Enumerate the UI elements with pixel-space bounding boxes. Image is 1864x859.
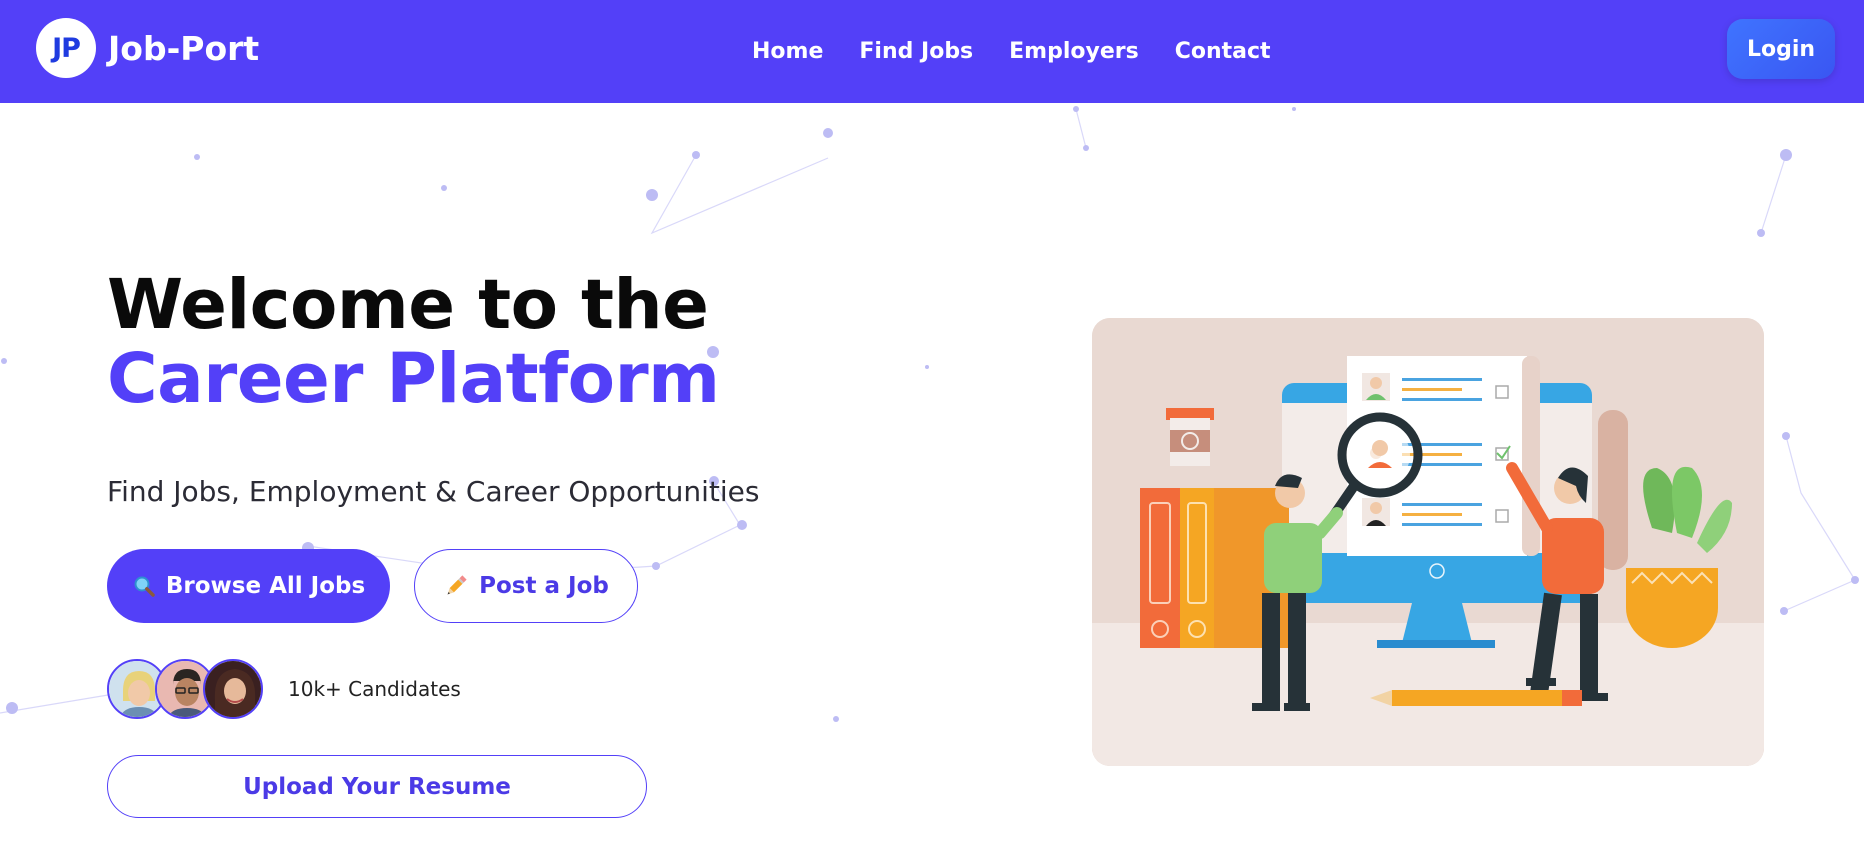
- navbar: JP Job-Port Home Find Jobs Employers Con…: [0, 0, 1864, 103]
- login-button[interactable]: Login: [1727, 19, 1835, 79]
- browse-jobs-button[interactable]: Browse All Jobs: [107, 549, 390, 623]
- recruitment-illustration-svg: [1092, 318, 1764, 766]
- post-job-button[interactable]: Post a Job: [414, 549, 638, 623]
- magnifier-icon: [134, 576, 155, 597]
- post-job-label: Post a Job: [479, 573, 609, 599]
- hero-title: Welcome to the Career Platform: [107, 268, 720, 416]
- brand-logo: JP: [36, 18, 96, 78]
- hero-title-line1: Welcome to the: [107, 265, 709, 345]
- candidate-avatars: [107, 659, 267, 721]
- pencil-icon: [447, 575, 467, 595]
- candidates-count: 10k+ Candidates: [288, 677, 461, 701]
- nav-links: Home Find Jobs Employers Contact: [752, 0, 1271, 103]
- nav-find-jobs-link[interactable]: Find Jobs: [859, 39, 973, 64]
- nav-home-link[interactable]: Home: [752, 39, 823, 64]
- browse-jobs-label: Browse All Jobs: [165, 573, 366, 599]
- nav-contact-link[interactable]: Contact: [1175, 39, 1271, 64]
- brand[interactable]: JP Job-Port: [36, 18, 259, 78]
- hero-title-line2: Career Platform: [107, 339, 720, 419]
- avatar: [203, 659, 263, 719]
- brand-name: Job-Port: [108, 28, 260, 68]
- upload-resume-button[interactable]: Upload Your Resume: [107, 755, 647, 818]
- hero-subtitle: Find Jobs, Employment & Career Opportuni…: [107, 475, 760, 508]
- nav-employers-link[interactable]: Employers: [1009, 39, 1139, 64]
- recruitment-illustration: [1092, 318, 1764, 766]
